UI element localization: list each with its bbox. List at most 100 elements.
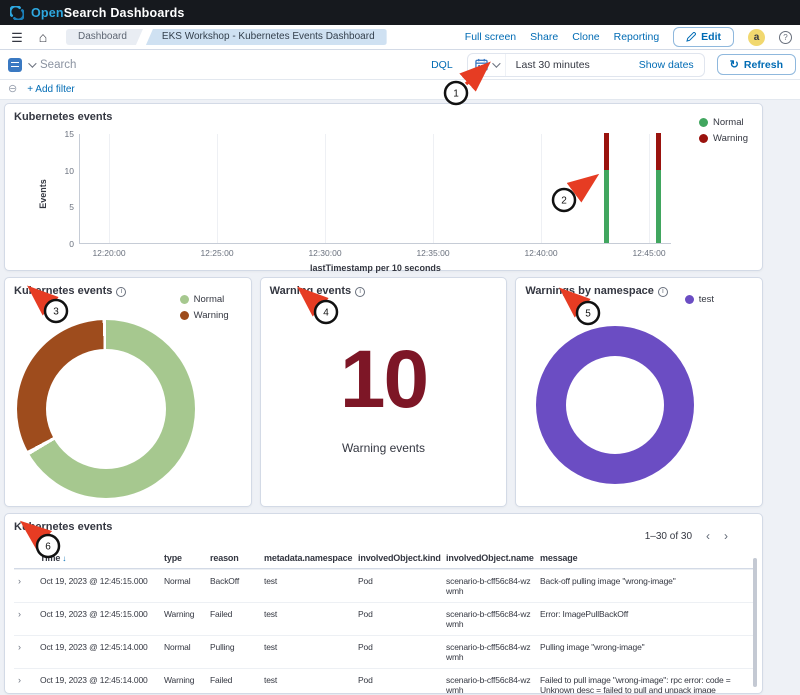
dashboard-grid: Kubernetes events Events 15 10 5 0 12:20… — [0, 100, 800, 694]
y-tick: 10 — [54, 166, 74, 176]
events-donut-chart[interactable] — [17, 320, 195, 498]
cell-time: Oct 19, 2023 @ 12:45:14.000 — [40, 675, 158, 685]
x-tick: 12:30:00 — [308, 248, 341, 258]
normal-legend-dot-icon — [699, 118, 708, 127]
expand-row-icon[interactable]: › — [18, 675, 34, 686]
bar-segment-normal[interactable] — [604, 170, 609, 243]
y-tick: 15 — [54, 129, 74, 139]
info-icon[interactable]: i — [658, 287, 668, 297]
bar-segment-warning[interactable] — [656, 133, 661, 170]
next-page-icon[interactable]: › — [724, 530, 728, 542]
expand-row-icon[interactable]: › — [18, 576, 34, 587]
refresh-button[interactable]: ↻ Refresh — [717, 54, 796, 75]
cell-name: scenario-b-cff56c84-wzwmh — [446, 609, 534, 629]
x-tick: 12:35:00 — [416, 248, 449, 258]
full-screen-link[interactable]: Full screen — [465, 31, 516, 43]
gridline — [541, 134, 542, 243]
panel-kubernetes-events-donut: Kubernetes eventsi Normal Warning — [4, 277, 252, 507]
panel-title[interactable]: Warnings by namespace i — [525, 285, 753, 297]
table-row[interactable]: › Oct 19, 2023 @ 12:45:15.000 Normal Bac… — [14, 569, 753, 602]
info-icon[interactable]: i — [116, 287, 126, 297]
cell-time: Oct 19, 2023 @ 12:45:15.000 — [40, 609, 158, 619]
bar-segment-normal[interactable] — [656, 170, 661, 243]
cell-reason: Failed — [210, 675, 258, 685]
cell-name: scenario-b-cff56c84-wzwmh — [446, 576, 534, 596]
cell-reason: Pulling — [210, 642, 258, 652]
legend-item-test[interactable]: test — [685, 294, 714, 305]
table-row[interactable]: › Oct 19, 2023 @ 12:45:14.000 Normal Pul… — [14, 635, 753, 668]
show-dates-link[interactable]: Show dates — [639, 59, 704, 71]
column-header-kind[interactable]: involvedObject.kind — [358, 553, 440, 563]
breadcrumb: Dashboard EKS Workshop - Kubernetes Even… — [66, 29, 387, 45]
cell-reason: BackOff — [210, 576, 258, 586]
column-header-type[interactable]: type — [164, 553, 204, 563]
table-scrollbar[interactable] — [753, 558, 757, 687]
share-link[interactable]: Share — [530, 31, 558, 43]
search-input[interactable] — [40, 59, 425, 71]
clone-link[interactable]: Clone — [572, 31, 599, 43]
cell-time: Oct 19, 2023 @ 12:45:14.000 — [40, 642, 158, 652]
home-icon[interactable]: ⌂ — [34, 30, 52, 44]
panel-warnings-by-namespace-donut: Warnings by namespace i test — [515, 277, 763, 507]
add-filter-button[interactable]: + Add filter — [27, 84, 75, 95]
cell-namespace: test — [264, 576, 352, 586]
cell-message: Failed to pull image "wrong-image": rpc … — [540, 675, 753, 694]
refresh-button-label: Refresh — [744, 59, 783, 71]
calendar-button[interactable] — [468, 54, 506, 76]
cell-time: Oct 19, 2023 @ 12:45:15.000 — [40, 576, 158, 586]
normal-legend-dot-icon — [180, 295, 189, 304]
namespace-donut-chart[interactable] — [536, 326, 694, 484]
panel-title[interactable]: Kubernetes events — [14, 111, 753, 123]
calendar-chevron-icon — [492, 59, 500, 67]
column-header-namespace[interactable]: metadata.namespace — [264, 553, 352, 563]
breadcrumb-current-dashboard[interactable]: EKS Workshop - Kubernetes Events Dashboa… — [146, 29, 387, 45]
panel-kubernetes-events-histogram: Kubernetes events Events 15 10 5 0 12:20… — [4, 103, 763, 271]
panel-kubernetes-events-table: Kubernetes events 1–30 of 30 ‹ › Time↓ t… — [4, 513, 763, 694]
x-axis-title: lastTimestamp per 10 seconds — [310, 263, 441, 273]
expand-row-icon[interactable]: › — [18, 609, 34, 620]
legend-item-normal[interactable]: Normal — [180, 294, 229, 305]
pagination-range: 1–30 of 30 — [645, 531, 692, 542]
cell-namespace: test — [264, 675, 352, 685]
column-header-name[interactable]: involvedObject.name — [446, 553, 534, 563]
column-header-reason[interactable]: reason — [210, 553, 258, 563]
y-tick: 0 — [54, 239, 74, 249]
column-header-message[interactable]: message — [540, 553, 753, 563]
x-tick: 12:20:00 — [92, 248, 125, 258]
legend-item-warning[interactable]: Warning — [699, 133, 748, 144]
legend-item-normal[interactable]: Normal — [699, 117, 748, 128]
filter-options-icon[interactable]: ⊖ — [8, 84, 17, 95]
app-header: OpenSearch Dashboards — [0, 0, 800, 25]
saved-query-chevron-icon[interactable] — [28, 59, 36, 67]
nav-bar: ☰ ⌂ Dashboard EKS Workshop - Kubernetes … — [0, 25, 800, 50]
table-row[interactable]: › Oct 19, 2023 @ 12:45:15.000 Warning Fa… — [14, 602, 753, 635]
edit-button[interactable]: Edit — [673, 27, 734, 47]
x-tick: 12:40:00 — [524, 248, 557, 258]
table-header-row: Time↓ type reason metadata.namespace inv… — [14, 547, 753, 569]
table-row[interactable]: › Oct 19, 2023 @ 12:45:14.000 Warning Fa… — [14, 668, 753, 694]
opensearch-logo-icon — [10, 6, 24, 20]
saved-query-icon[interactable] — [8, 58, 22, 72]
column-header-time[interactable]: Time↓ — [40, 553, 158, 563]
time-range-value[interactable]: Last 30 minutes — [506, 59, 639, 71]
panel-title-text: Warnings by namespace — [525, 285, 654, 297]
reporting-link[interactable]: Reporting — [614, 31, 660, 43]
test-legend-dot-icon — [685, 295, 694, 304]
stacked-bar[interactable] — [656, 133, 661, 243]
dql-button[interactable]: DQL — [431, 59, 453, 71]
bar-segment-warning[interactable] — [604, 133, 609, 170]
stacked-bar[interactable] — [604, 133, 609, 243]
menu-icon[interactable]: ☰ — [8, 31, 26, 44]
histogram-plot-area: Events 15 10 5 0 12:20:00 12:25:00 12:30… — [79, 134, 671, 244]
legend-label: Normal — [194, 294, 225, 305]
legend-item-warning[interactable]: Warning — [180, 310, 229, 321]
expand-row-icon[interactable]: › — [18, 642, 34, 653]
user-avatar[interactable]: a — [748, 29, 765, 46]
help-icon[interactable]: ? — [779, 31, 792, 44]
previous-page-icon[interactable]: ‹ — [706, 530, 710, 542]
cell-message: Error: ImagePullBackOff — [540, 609, 753, 619]
breadcrumb-dashboard[interactable]: Dashboard — [66, 29, 143, 45]
refresh-icon: ↻ — [730, 58, 739, 71]
panel-title[interactable]: Kubernetes events — [14, 521, 753, 533]
date-picker: Last 30 minutes Show dates — [467, 53, 705, 77]
